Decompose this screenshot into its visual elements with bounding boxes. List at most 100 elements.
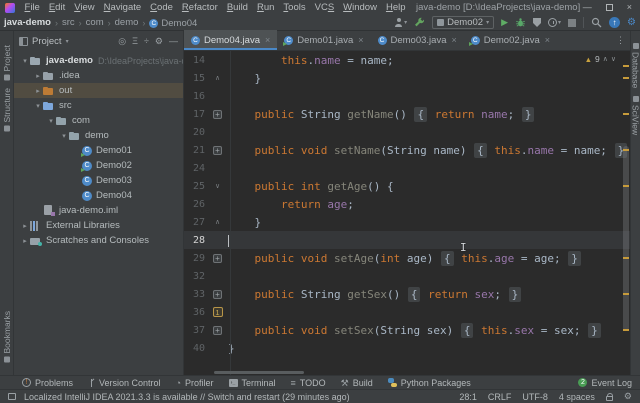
code-editor[interactable]: 14 this.name = name;15∧ }1617+ public St… <box>184 51 630 375</box>
menu-view[interactable]: View <box>70 2 99 13</box>
chevron-expanded-icon[interactable]: ▾ <box>59 132 69 140</box>
chevron-expanded-icon[interactable]: ▾ <box>20 57 30 65</box>
code-line-20[interactable]: 20 <box>184 123 630 141</box>
file-encoding[interactable]: UTF-8 <box>522 392 548 402</box>
breadcrumb-item[interactable]: src <box>62 17 75 28</box>
tree-item-com[interactable]: ▾com <box>14 113 183 128</box>
fold-end-icon[interactable]: ∧ <box>215 74 220 82</box>
chevron-collapsed-icon[interactable]: ▸ <box>20 237 30 245</box>
tool-window-button-python-packages[interactable]: Python Packages <box>388 378 471 388</box>
code-line-24[interactable]: 24 <box>184 159 630 177</box>
close-tab-icon[interactable]: × <box>265 35 270 45</box>
user-icon[interactable]: ▾ <box>394 18 407 27</box>
options-icon[interactable]: ÷ <box>144 36 149 46</box>
tab-demo04-java[interactable]: CDemo04.java× <box>184 30 277 50</box>
chevron-collapsed-icon[interactable]: ▸ <box>33 87 43 95</box>
fold-collapsed-icon[interactable]: + <box>213 290 222 299</box>
chevron-expanded-icon[interactable]: ▾ <box>46 117 56 125</box>
tree-item-scratches-and-consoles[interactable]: ▸Scratches and Consoles <box>14 233 183 248</box>
breadcrumb-item[interactable]: demo <box>115 17 139 28</box>
hide-icon[interactable]: — <box>169 36 178 46</box>
tool-window-button-todo[interactable]: ≡TODO <box>291 378 326 388</box>
close-button[interactable]: × <box>627 0 632 15</box>
code-line-16[interactable]: 16 <box>184 87 630 105</box>
tool-stripe-button-database[interactable]: Database <box>631 43 640 88</box>
project-header-label[interactable]: Project <box>32 36 62 47</box>
tool-window-button-terminal[interactable]: ›_Terminal <box>229 378 276 388</box>
tool-window-button-problems[interactable]: !Problems <box>22 378 73 388</box>
fold-collapsed-icon[interactable]: + <box>213 326 222 335</box>
code-line-17[interactable]: 17+ public String getName() { return nam… <box>184 105 630 123</box>
breadcrumb-item[interactable]: java-demo <box>4 17 51 28</box>
close-tab-icon[interactable]: × <box>545 35 550 45</box>
tool-stripe-button-project[interactable]: Project <box>2 45 12 80</box>
coverage-icon[interactable] <box>533 18 541 27</box>
code-line-14[interactable]: 14 this.name = name; <box>184 51 630 69</box>
horizontal-scrollbar[interactable] <box>214 371 304 374</box>
bookmark-icon[interactable]: 1 <box>213 307 223 317</box>
menu-vcs[interactable]: VCS <box>310 2 339 13</box>
menu-run[interactable]: Run <box>252 2 278 13</box>
code-line-26[interactable]: 26 return age; <box>184 195 630 213</box>
code-line-40[interactable]: 40} <box>184 339 630 357</box>
line-ending[interactable]: CRLF <box>488 392 512 402</box>
tree-item-src[interactable]: ▾src <box>14 98 183 113</box>
tree-item-demo[interactable]: ▾demo <box>14 128 183 143</box>
menu-tools[interactable]: Tools <box>279 2 310 13</box>
search-icon[interactable] <box>591 17 602 28</box>
menu-refactor[interactable]: Refactor <box>177 2 222 13</box>
code-line-15[interactable]: 15∧ } <box>184 69 630 87</box>
tree-item--idea[interactable]: ▸.idea <box>14 68 183 83</box>
locate-icon[interactable]: ◎ <box>118 36 126 47</box>
minimize-button[interactable]: — <box>583 0 592 15</box>
run-config-select[interactable]: Demo02▾ <box>432 16 494 29</box>
tool-stripe-button-structure[interactable]: Structure <box>2 88 12 132</box>
wrench-icon[interactable] <box>414 17 425 28</box>
tab-demo01-java[interactable]: CDemo01.java× <box>277 30 370 50</box>
code-line-25[interactable]: 25∨ public int getAge() { <box>184 177 630 195</box>
vertical-scrollbar[interactable] <box>623 146 629 331</box>
code-line-21[interactable]: 21+ public void setName(String name) { t… <box>184 141 630 159</box>
tree-item-demo02[interactable]: CDemo02 <box>14 158 183 173</box>
tool-stripe-button-bookmarks[interactable]: Bookmarks <box>2 311 12 363</box>
close-tab-icon[interactable]: × <box>358 35 363 45</box>
menu-help[interactable]: Help <box>381 2 410 13</box>
menu-edit[interactable]: Edit <box>44 2 69 13</box>
chevron-collapsed-icon[interactable]: ▸ <box>20 222 30 230</box>
tab-demo02-java[interactable]: CDemo02.java× <box>464 30 557 50</box>
tab-demo03-java[interactable]: CDemo03.java× <box>371 30 464 50</box>
code-line-37[interactable]: 37+ public void setSex(String sex) { thi… <box>184 321 630 339</box>
fold-start-icon[interactable]: ∨ <box>215 182 220 190</box>
notification-icon[interactable] <box>8 393 16 400</box>
tool-window-button-profiler[interactable]: ◔Profiler <box>176 378 214 388</box>
close-tab-icon[interactable]: × <box>451 35 456 45</box>
tree-item-demo01[interactable]: CDemo01 <box>14 143 183 158</box>
stop-button[interactable] <box>568 19 576 27</box>
tool-stripe-button-sciview[interactable]: SciView <box>631 96 640 135</box>
settings-gear-icon[interactable]: ⚙ <box>627 17 636 28</box>
prev-warning-icon[interactable]: ∧ <box>603 55 608 63</box>
update-icon[interactable]: ↑ <box>609 17 620 28</box>
tree-item-out[interactable]: ▸out <box>14 83 183 98</box>
breadcrumb-item[interactable]: CDemo04 <box>149 17 197 29</box>
menu-navigate[interactable]: Navigate <box>99 2 146 13</box>
fold-collapsed-icon[interactable]: + <box>213 110 222 119</box>
fold-collapsed-icon[interactable]: + <box>213 146 222 155</box>
tree-item-external-libraries[interactable]: ▸External Libraries <box>14 218 183 233</box>
profiler-icon[interactable]: ▾ <box>548 18 561 27</box>
code-line-28[interactable]: 28 <box>184 231 630 249</box>
inspections-widget[interactable]: ▲ 9 ∧ ∨ <box>585 54 616 64</box>
maximize-button[interactable] <box>606 4 613 11</box>
tool-window-button-version-control[interactable]: Version Control <box>88 378 161 388</box>
tool-window-button-build[interactable]: ⚒Build <box>341 378 373 388</box>
code-line-29[interactable]: 29+ public void setAge(int age) { this.a… <box>184 249 630 267</box>
caret-position[interactable]: 28:1 <box>459 392 477 402</box>
fold-collapsed-icon[interactable]: + <box>213 254 222 263</box>
tab-options-icon[interactable]: ⋮ <box>611 35 630 46</box>
status-message[interactable]: Localized IntelliJ IDEA 2021.3.3 is avai… <box>24 392 350 402</box>
tree-item-java-demo-iml[interactable]: java-demo.iml <box>14 203 183 218</box>
run-button[interactable]: ▶ <box>501 17 508 28</box>
code-line-32[interactable]: 32 <box>184 267 630 285</box>
next-warning-icon[interactable]: ∨ <box>611 55 616 63</box>
debug-icon[interactable] <box>515 17 526 28</box>
